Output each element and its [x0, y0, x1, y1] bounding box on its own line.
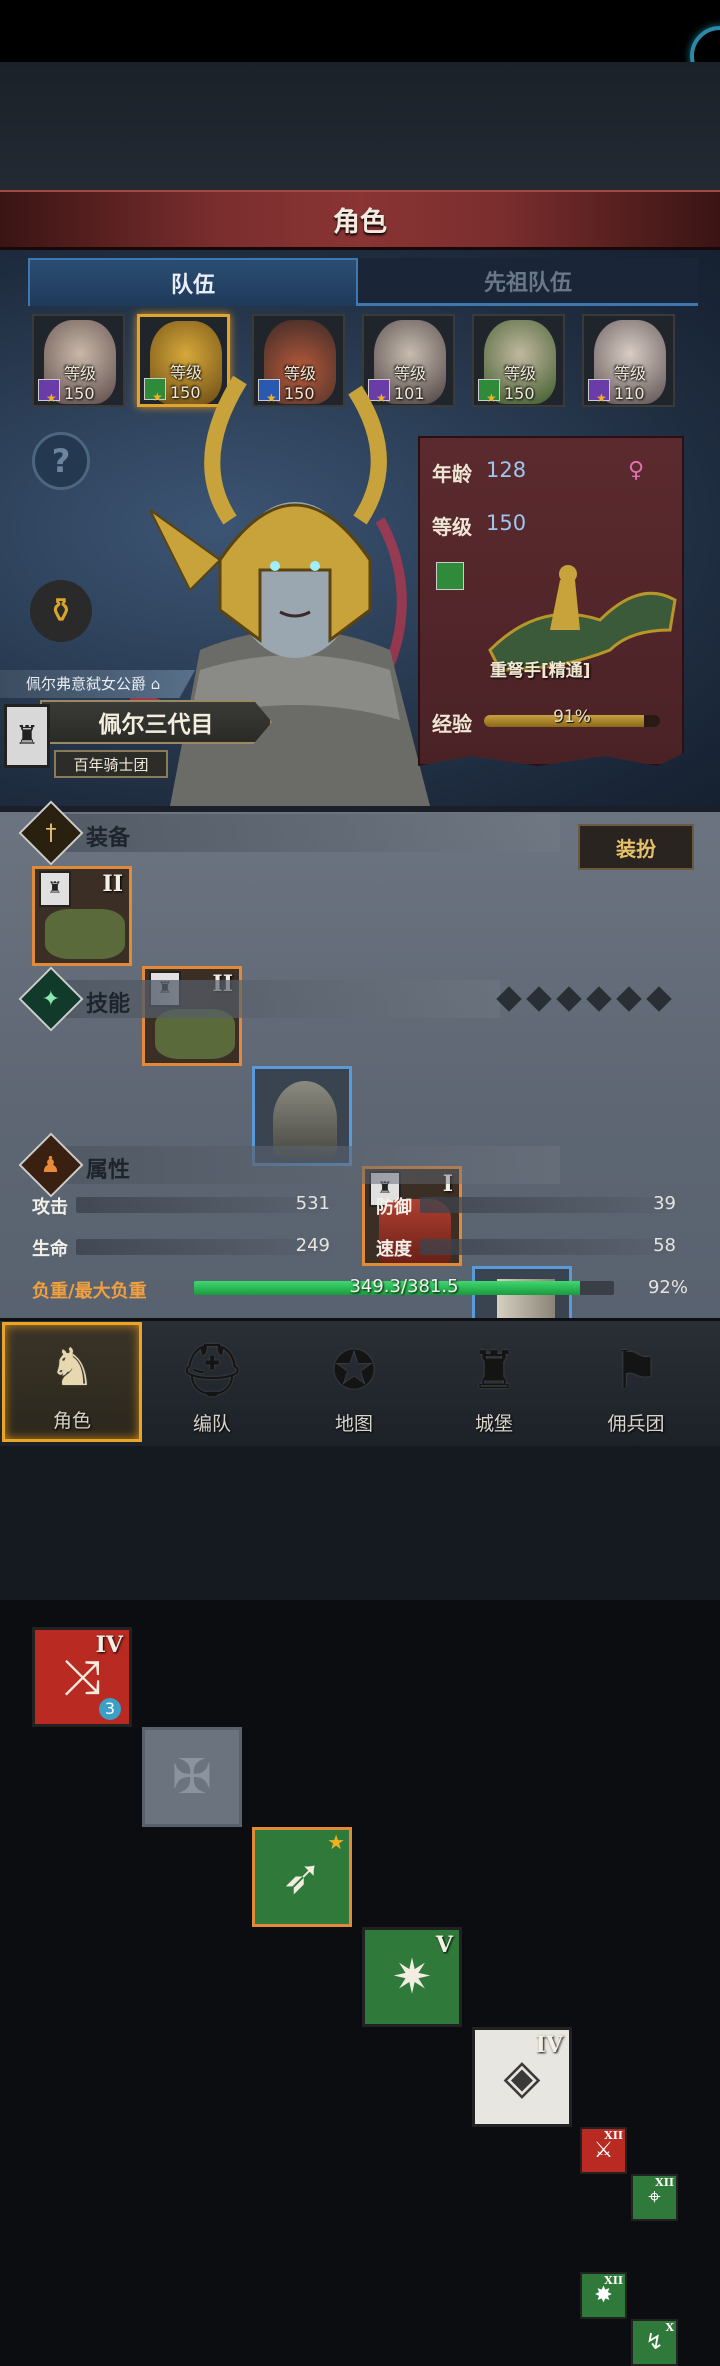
mini-skill-4[interactable]: X ↯: [631, 2319, 678, 2366]
equip-slot-1[interactable]: ♜ II: [32, 866, 132, 966]
skill-slot-2[interactable]: ✠: [142, 1727, 242, 1827]
burst-icon: ✷: [391, 1949, 433, 2005]
dragon-weapon-icon: [45, 909, 125, 959]
status-bar: [0, 0, 720, 62]
attack-value: 531: [295, 1193, 330, 1214]
crossbow-class-icon: [436, 562, 464, 590]
house-label: 佩尔弗意弑女公爵 ⌂: [0, 670, 195, 698]
roster-level: 等级150: [504, 364, 537, 403]
helmet-icon: ⛑: [178, 1341, 245, 1401]
roster-level: 等级150: [64, 364, 97, 403]
skill-slot-1[interactable]: IV ⤨ 3: [32, 1627, 132, 1727]
page-title: 角色: [333, 207, 387, 238]
mini-skill-2[interactable]: XII ⌖: [631, 2174, 678, 2221]
level-label: 等级: [432, 515, 472, 539]
load-text: 349.3/381.5: [349, 1276, 459, 1297]
load-percent: 92%: [647, 1277, 688, 1298]
skills-title: 技能: [86, 992, 131, 1017]
attack-label: 攻击: [32, 1197, 68, 1218]
equipment-title: 装备: [86, 826, 131, 851]
star-icon: ★: [327, 1830, 345, 1854]
female-icon: ♀: [628, 458, 645, 483]
defense-label: 防御: [376, 1197, 412, 1218]
mini-skill-3[interactable]: XII ✸: [580, 2272, 627, 2319]
hp-value: 249: [295, 1235, 330, 1256]
tab-ancestor-team[interactable]: 先祖队伍: [358, 258, 698, 306]
bottom-area: [0, 1446, 720, 1600]
level-value: 150: [486, 511, 527, 535]
skill-slot-3[interactable]: ➶ ★: [252, 1827, 352, 1927]
compass-icon: ✪: [332, 1341, 376, 1401]
skill-slot-4[interactable]: V ✷: [362, 1927, 462, 2027]
tab-team[interactable]: 队伍: [28, 258, 358, 306]
age-label: 年龄: [432, 462, 472, 486]
nav-character[interactable]: ♞ 角色: [2, 1322, 142, 1442]
exp-label: 经验: [432, 712, 472, 736]
mini-skill-1[interactable]: XII ⚔: [580, 2127, 627, 2174]
age-value: 128: [486, 458, 527, 482]
mount-class-label: 重弩手[精通]: [490, 661, 591, 681]
castle-flag-icon: ♜: [39, 871, 71, 907]
skill-slot-5[interactable]: IV ◈: [472, 2027, 572, 2127]
speed-value: 58: [653, 1235, 676, 1256]
character-name[interactable]: 佩尔三代目: [40, 700, 272, 744]
roster-level: 等级110: [614, 364, 647, 403]
top-background: [0, 62, 720, 190]
knight-icon: ♞: [48, 1338, 96, 1398]
nav-castle[interactable]: ♜ 城堡: [424, 1322, 564, 1442]
speed-label: 速度: [376, 1239, 412, 1260]
load-label: 负重/最大负重: [32, 1281, 147, 1302]
castle-icon: ♜: [470, 1341, 518, 1401]
help-button[interactable]: ?: [32, 432, 90, 490]
title-bar: 角色: [0, 190, 720, 250]
nav-mercenary[interactable]: ⚑ 佣兵团: [566, 1322, 706, 1442]
castle-crest-icon: ♜: [4, 704, 50, 768]
nav-map[interactable]: ✪ 地图: [284, 1322, 424, 1442]
crossbow-skill-icon: ➶: [281, 1849, 323, 1905]
character-name-text: 佩尔三代目: [98, 712, 214, 738]
roster-slot-5[interactable]: ★ 等级150: [472, 314, 565, 407]
potion-icon[interactable]: ⚱: [30, 580, 92, 642]
crown-icon: ⌂: [150, 675, 161, 693]
attributes-title: 属性: [86, 1158, 131, 1183]
skill-badge: 3: [99, 1698, 121, 1720]
dress-button[interactable]: 装扮: [578, 824, 694, 870]
defense-value: 39: [653, 1193, 676, 1214]
hp-label: 生命: [32, 1239, 68, 1260]
roster-slot-6[interactable]: ★ 等级110: [582, 314, 675, 407]
bend-mini-icon: ↯: [645, 2330, 664, 2355]
banner-icon: ⚑: [612, 1341, 660, 1401]
exp-text: 91%: [553, 707, 591, 727]
nav-formation[interactable]: ⛑ 编队: [142, 1322, 282, 1442]
empty-cross-icon: ✠: [171, 1749, 213, 1805]
house-text: 佩尔弗意弑女公爵: [26, 675, 147, 693]
order-label: 百年骑士团: [54, 750, 168, 778]
roster-slot-1[interactable]: ★ 等级150: [32, 314, 125, 407]
